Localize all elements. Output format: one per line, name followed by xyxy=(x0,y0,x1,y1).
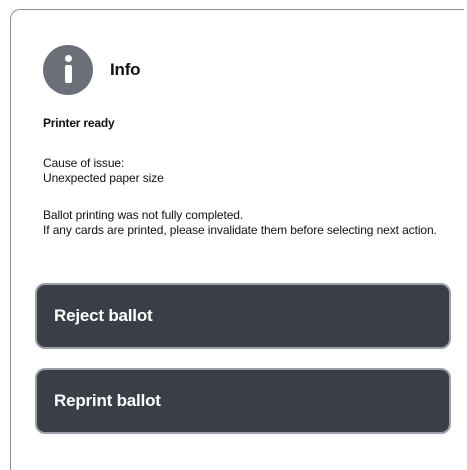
reprint-ballot-button[interactable]: Reprint ballot xyxy=(35,368,451,434)
info-dialog: Info Printer ready Cause of issue: Unexp… xyxy=(10,9,464,470)
message-line-2: If any cards are printed, please invalid… xyxy=(43,222,437,237)
cause-label: Cause of issue: xyxy=(43,156,125,170)
message-line-1: Ballot printing was not fully completed. xyxy=(43,208,244,222)
cause-value: Unexpected paper size xyxy=(43,171,164,185)
cause-of-issue: Cause of issue: Unexpected paper size xyxy=(43,156,164,186)
info-icon-stem xyxy=(65,65,72,83)
dialog-title: Info xyxy=(110,60,141,79)
info-icon xyxy=(43,45,93,95)
dialog-message: Ballot printing was not fully completed.… xyxy=(43,208,443,237)
dialog-header: Info xyxy=(43,45,141,95)
reject-ballot-button[interactable]: Reject ballot xyxy=(35,283,451,349)
info-icon-dot xyxy=(65,55,72,62)
printer-status: Printer ready xyxy=(43,116,115,130)
